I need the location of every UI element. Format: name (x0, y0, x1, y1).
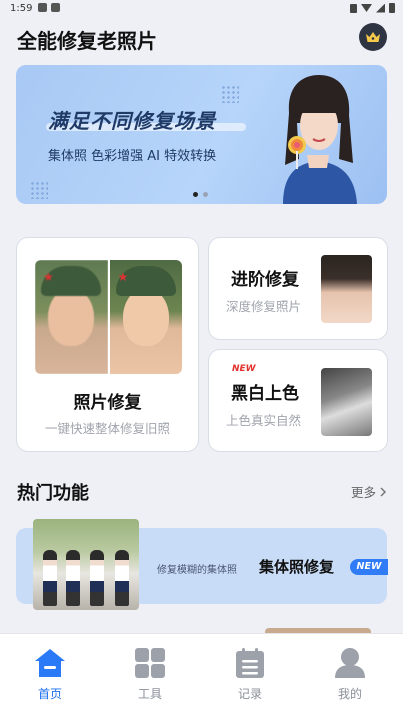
advanced-repair-title: 进阶修复 (231, 270, 299, 290)
colorize-desc: 上色真实自然 (226, 413, 302, 428)
wifi-icon (361, 4, 372, 12)
advanced-repair-thumbnail (321, 255, 372, 323)
feature-desc: 修复模糊的集体照 (157, 565, 237, 576)
after-photo: ★ (107, 260, 182, 374)
home-icon (35, 649, 65, 677)
section-title-hot: 热门功能 (17, 483, 89, 504)
pager-dot-active (193, 192, 198, 197)
tab-mine[interactable]: 我的 (300, 634, 400, 718)
chevron-right-icon (380, 486, 387, 497)
banner-model-image (283, 75, 357, 204)
decor-dots (30, 181, 48, 199)
pager-dot (203, 192, 208, 197)
banner-pager[interactable] (193, 192, 208, 197)
status-bar: 1:59 (0, 0, 403, 18)
banner-headline: 满足不同修复场景 (48, 109, 216, 133)
colorize-card[interactable]: NEW 黑白上色 上色真实自然 (208, 349, 388, 452)
before-after-image: ★ ★ (35, 260, 182, 374)
photo-repair-desc: 一键快速整体修复旧照 (44, 421, 170, 436)
bottom-tab-bar: 首页 工具 记录 我的 (0, 633, 403, 718)
page-title: 全能修复老照片 (17, 29, 157, 53)
colorize-title: 黑白上色 (231, 384, 299, 404)
notes-icon (236, 648, 264, 678)
photo-repair-card[interactable]: ★ ★ 照片修复 一键快速整体修复旧照 (16, 237, 199, 452)
signal-icon (376, 3, 385, 13)
notification-icon (38, 3, 47, 12)
tab-records[interactable]: 记录 (200, 634, 300, 718)
new-badge: NEW (350, 559, 388, 575)
debug-icon (51, 3, 60, 12)
tab-mine-label: 我的 (337, 687, 362, 701)
decor-dots (221, 85, 239, 103)
advanced-repair-card[interactable]: 进阶修复 深度修复照片 (208, 237, 388, 340)
star-icon: ★ (117, 270, 129, 284)
tab-home[interactable]: 首页 (0, 634, 100, 718)
more-link[interactable]: 更多 (351, 482, 387, 501)
crown-icon (366, 32, 380, 42)
group-photo-thumbnail (33, 519, 139, 610)
tab-records-label: 记录 (237, 687, 262, 701)
vibrate-icon (350, 3, 357, 13)
grid-icon (135, 648, 165, 678)
advanced-repair-desc: 深度修复照片 (226, 299, 302, 314)
tab-home-label: 首页 (37, 687, 62, 701)
banner-subline: 集体照 色彩增强 AI 特效转换 (48, 149, 217, 164)
promo-banner[interactable]: 满足不同修复场景 集体照 色彩增强 AI 特效转换 (16, 65, 387, 204)
tab-tools[interactable]: 工具 (100, 634, 200, 718)
status-time: 1:59 (10, 3, 33, 14)
tab-tools-label: 工具 (137, 687, 162, 701)
battery-icon (389, 3, 395, 13)
feature-name: 集体照修复 (259, 558, 335, 576)
before-photo: ★ (35, 260, 108, 374)
status-indicators (350, 3, 395, 13)
colorize-thumbnail (321, 368, 372, 436)
photo-repair-title: 照片修复 (73, 393, 142, 413)
more-label: 更多 (350, 485, 376, 500)
user-icon (335, 648, 365, 678)
star-icon: ★ (43, 270, 54, 284)
vip-button[interactable] (359, 23, 387, 51)
new-badge: NEW (232, 364, 256, 374)
